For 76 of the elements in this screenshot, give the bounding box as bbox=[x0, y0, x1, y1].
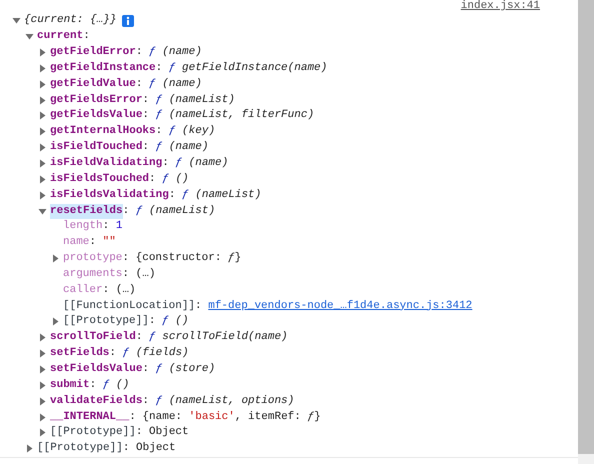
disclosure-triangle-icon[interactable] bbox=[12, 16, 21, 26]
property-key[interactable]: getFieldInstance bbox=[50, 60, 156, 76]
scrollbar-thumb[interactable] bbox=[578, 0, 594, 454]
property-value: : ƒ (nameList) bbox=[168, 188, 262, 203]
disclosure-triangle-icon[interactable] bbox=[38, 127, 47, 136]
property-key[interactable]: [[FunctionLocation]] bbox=[63, 298, 196, 314]
property-value: : "" bbox=[89, 235, 116, 250]
disclosure-triangle-icon[interactable] bbox=[38, 206, 47, 216]
property-value: : ƒ (name) bbox=[162, 156, 228, 172]
property-key[interactable]: resetFields bbox=[50, 204, 123, 219]
property-value: : ƒ getFieldInstance(name) bbox=[156, 60, 328, 76]
disclosure-triangle-icon[interactable] bbox=[38, 143, 47, 152]
property-key[interactable]: setFields bbox=[50, 346, 110, 362]
property-key[interactable]: isFieldsValidating bbox=[50, 188, 169, 203]
property-value: : {name: 'basic', itemRef: ƒ} bbox=[129, 410, 321, 425]
disclosure-triangle-icon[interactable] bbox=[38, 396, 47, 406]
disclosure-triangle-icon[interactable] bbox=[38, 190, 47, 200]
disclosure-triangle-icon[interactable] bbox=[38, 349, 47, 358]
disclosure-triangle-icon[interactable] bbox=[38, 159, 47, 168]
property-value: : ƒ scrollToField(name) bbox=[136, 330, 288, 346]
disclosure-triangle-icon[interactable] bbox=[38, 80, 47, 89]
disclosure-triangle-icon[interactable] bbox=[38, 412, 47, 422]
property-value: : ƒ (store) bbox=[142, 362, 216, 377]
property-value: : ƒ () bbox=[149, 172, 189, 187]
property-value: : {constructor: ƒ} bbox=[122, 251, 242, 266]
property-value: : (…) bbox=[122, 266, 156, 282]
property-value: : bbox=[83, 29, 90, 44]
property-value: : ƒ () bbox=[90, 378, 130, 393]
property-key[interactable]: [[Prototype]] bbox=[37, 441, 123, 456]
property-value: : ƒ (name) bbox=[142, 140, 208, 156]
property-value: : ƒ (nameList, options) bbox=[142, 394, 294, 409]
disclosure-triangle-icon[interactable] bbox=[38, 111, 47, 120]
property-key[interactable]: [[Prototype]] bbox=[50, 425, 136, 440]
disclosure-triangle-icon[interactable] bbox=[38, 64, 47, 73]
property-value: : (…) bbox=[102, 282, 136, 298]
property-value: : Object bbox=[122, 441, 176, 456]
property-key[interactable]: getFieldsValue bbox=[50, 108, 142, 124]
property-key[interactable]: __INTERNAL__ bbox=[50, 410, 130, 425]
property-value: : 1 bbox=[102, 219, 122, 234]
disclosure-triangle-icon[interactable] bbox=[51, 254, 60, 264]
property-key[interactable]: validateFields bbox=[50, 394, 142, 409]
disclosure-triangle-icon[interactable] bbox=[38, 333, 47, 342]
property-value: : ƒ (key) bbox=[156, 124, 216, 140]
property-value: : ƒ (name) bbox=[136, 45, 202, 60]
property-value: : ƒ () bbox=[148, 314, 188, 330]
disclosure-triangle-icon[interactable] bbox=[38, 380, 47, 390]
property-key[interactable]: getFieldValue bbox=[50, 76, 136, 92]
property-key[interactable]: isFieldsTouched bbox=[50, 172, 150, 187]
property-value: : mf-dep_vendors-node_…f1d4e.async.js:3412 bbox=[195, 298, 472, 314]
property-key[interactable]: isFieldValidating bbox=[50, 156, 162, 172]
disclosure-triangle-icon[interactable] bbox=[25, 32, 34, 42]
info-icon[interactable] bbox=[122, 14, 134, 27]
property-value: : ƒ (nameList, filterFunc) bbox=[142, 108, 314, 124]
disclosure-triangle-icon[interactable] bbox=[38, 96, 47, 105]
property-value: : ƒ (fields) bbox=[109, 346, 189, 362]
property-key[interactable]: setFieldsValue bbox=[50, 362, 142, 377]
disclosure-triangle-icon[interactable] bbox=[38, 174, 47, 184]
property-value: : ƒ (nameList) bbox=[122, 204, 216, 219]
property-value: : ƒ (nameList) bbox=[142, 92, 235, 108]
property-key[interactable]: isFieldTouched bbox=[50, 140, 142, 156]
disclosure-triangle-icon[interactable] bbox=[51, 317, 60, 326]
source-link[interactable]: index.jsx:41 bbox=[460, 0, 540, 13]
property-value: : Object bbox=[136, 425, 189, 440]
disclosure-triangle-icon[interactable] bbox=[38, 428, 47, 438]
property-key[interactable]: current bbox=[37, 29, 84, 44]
property-key[interactable]: getFieldsError bbox=[50, 92, 142, 108]
property-key[interactable]: getFieldError bbox=[50, 45, 136, 60]
disclosure-triangle-icon[interactable] bbox=[25, 444, 34, 454]
property-value: : ƒ (name) bbox=[136, 76, 202, 92]
property-key[interactable]: [[Prototype]] bbox=[63, 314, 149, 330]
property-key[interactable]: submit bbox=[50, 378, 90, 393]
property-key[interactable]: getInternalHooks bbox=[50, 124, 156, 140]
object-preview[interactable]: {current: {…}} bbox=[24, 13, 116, 28]
property-key[interactable]: scrollToField bbox=[50, 330, 136, 346]
disclosure-triangle-icon[interactable] bbox=[38, 48, 47, 58]
disclosure-triangle-icon[interactable] bbox=[38, 364, 47, 374]
